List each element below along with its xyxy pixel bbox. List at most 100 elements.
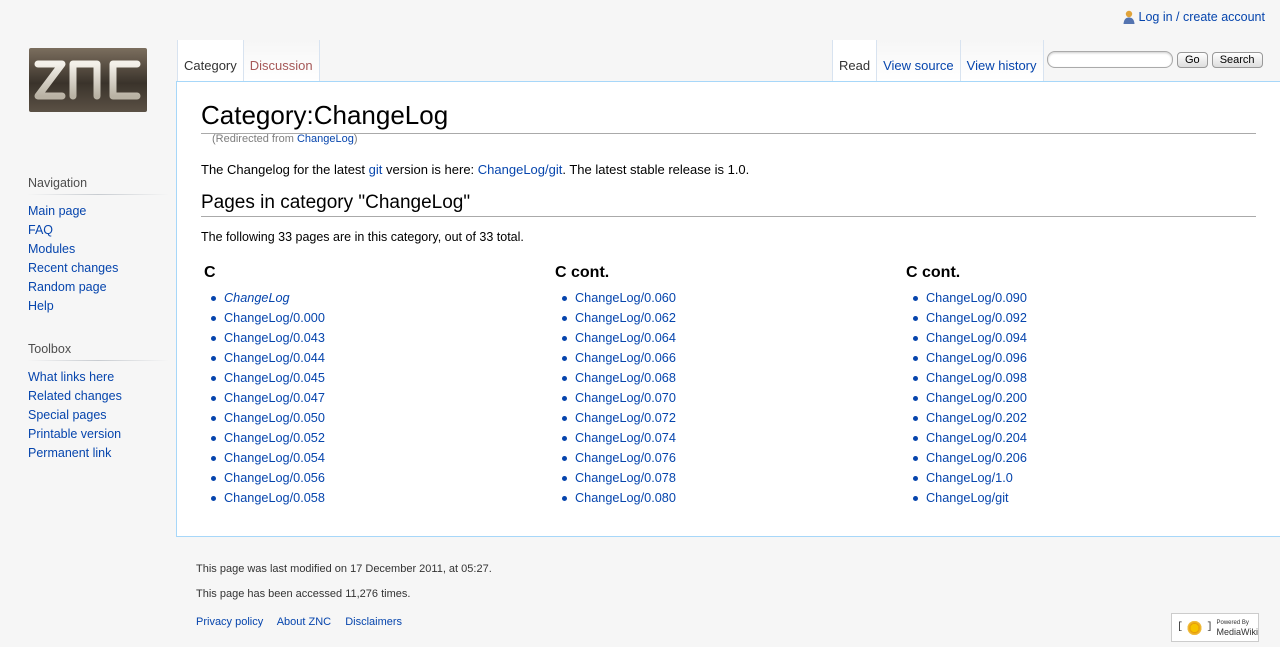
- bullet-icon: [211, 335, 216, 341]
- search-button[interactable]: Search: [1211, 51, 1263, 68]
- redirect-link[interactable]: ChangeLog: [297, 133, 354, 145]
- tab-category[interactable]: Category: [177, 40, 244, 81]
- bullet-icon: [211, 475, 216, 481]
- tab-read[interactable]: Read: [832, 40, 878, 81]
- category-page-link[interactable]: ChangeLog/0.206: [926, 448, 1027, 468]
- tab-view-source[interactable]: View source: [877, 40, 961, 81]
- sidebar-item-main-page[interactable]: Main page: [28, 204, 86, 218]
- category-page-link[interactable]: ChangeLog/0.078: [575, 468, 676, 488]
- list-item: ChangeLog/0.092: [913, 308, 1243, 328]
- category-page-link[interactable]: ChangeLog/0.060: [575, 288, 676, 308]
- tab-view-history-label[interactable]: View history: [967, 58, 1037, 73]
- list-item: ChangeLog/0.047: [211, 388, 541, 408]
- category-page-link[interactable]: ChangeLog/0.204: [926, 428, 1027, 448]
- bullet-icon: [562, 415, 567, 421]
- git-link[interactable]: git: [369, 162, 383, 177]
- list-item: ChangeLog/0.062: [562, 308, 892, 328]
- sidebar-item-related-changes[interactable]: Related changes: [28, 389, 122, 403]
- disclaimers-link[interactable]: Disclaimers: [345, 616, 402, 628]
- sidebar-item-printable-version[interactable]: Printable version: [28, 427, 121, 441]
- sidebar-item-faq[interactable]: FAQ: [28, 223, 53, 237]
- site-logo[interactable]: [29, 48, 147, 112]
- category-page-link[interactable]: ChangeLog/0.052: [224, 428, 325, 448]
- bullet-icon: [562, 355, 567, 361]
- intro-part-1: The Changelog for the latest: [201, 162, 369, 177]
- bullet-icon: [562, 375, 567, 381]
- bullet-icon: [211, 375, 216, 381]
- search-input[interactable]: [1047, 51, 1173, 68]
- list-item: ChangeLog/0.094: [913, 328, 1243, 348]
- category-page-link[interactable]: ChangeLog/0.062: [575, 308, 676, 328]
- category-page-link[interactable]: ChangeLog: [224, 288, 290, 308]
- tab-read-label: Read: [839, 58, 871, 73]
- category-page-link[interactable]: ChangeLog/0.092: [926, 308, 1027, 328]
- category-page-link[interactable]: ChangeLog/0.072: [575, 408, 676, 428]
- bullet-icon: [913, 335, 918, 341]
- column-heading: C cont.: [906, 264, 961, 281]
- list-item: ChangeLog/0.072: [562, 408, 892, 428]
- sidebar-item-what-links-here[interactable]: What links here: [28, 370, 114, 384]
- intro-part-3: . The latest stable release is 1.0.: [562, 162, 750, 177]
- intro-text: The Changelog for the latest git version…: [201, 162, 749, 177]
- category-page-link[interactable]: ChangeLog/git: [926, 488, 1009, 508]
- category-page-link[interactable]: ChangeLog/0.070: [575, 388, 676, 408]
- tab-discussion-label[interactable]: Discussion: [250, 58, 313, 73]
- search-form: Go Search: [1047, 51, 1263, 68]
- powered-by-mediawiki-badge[interactable]: [ ] Powered By MediaWiki: [1171, 613, 1259, 642]
- sidebar-navigation: Navigation Main page FAQ Modules Recent …: [28, 176, 168, 316]
- sidebar-item-random-page[interactable]: Random page: [28, 280, 107, 294]
- page-title: Category:ChangeLog: [201, 98, 1256, 134]
- sidebar-item-special-pages[interactable]: Special pages: [28, 408, 107, 422]
- sidebar-item-permanent-link[interactable]: Permanent link: [28, 446, 111, 460]
- category-page-link[interactable]: ChangeLog/0.076: [575, 448, 676, 468]
- go-button[interactable]: Go: [1177, 51, 1208, 68]
- redirect-prefix: (Redirected from: [212, 133, 297, 145]
- category-page-link[interactable]: ChangeLog/0.058: [224, 488, 325, 508]
- sidebar-item-help[interactable]: Help: [28, 299, 54, 313]
- category-page-link[interactable]: ChangeLog/0.074: [575, 428, 676, 448]
- category-page-link[interactable]: ChangeLog/0.043: [224, 328, 325, 348]
- category-page-link[interactable]: ChangeLog/0.068: [575, 368, 676, 388]
- category-page-link[interactable]: ChangeLog/0.200: [926, 388, 1027, 408]
- category-page-link[interactable]: ChangeLog/0.000: [224, 308, 325, 328]
- login-link[interactable]: Log in / create account: [1139, 10, 1265, 24]
- tab-view-source-label[interactable]: View source: [883, 58, 954, 73]
- tab-category-label: Category: [184, 58, 237, 73]
- list-item: ChangeLog/0.058: [211, 488, 541, 508]
- category-page-link[interactable]: ChangeLog/0.047: [224, 388, 325, 408]
- bullet-icon: [562, 455, 567, 461]
- footer: This page was last modified on 17 Decemb…: [196, 558, 492, 636]
- category-page-link[interactable]: ChangeLog/0.044: [224, 348, 325, 368]
- category-page-link[interactable]: ChangeLog/0.045: [224, 368, 325, 388]
- sidebar-item-recent-changes[interactable]: Recent changes: [28, 261, 118, 275]
- category-page-link[interactable]: ChangeLog/0.054: [224, 448, 325, 468]
- brackets-icon: ]: [1206, 622, 1213, 633]
- tab-discussion[interactable]: Discussion: [243, 40, 320, 81]
- category-page-link[interactable]: ChangeLog/1.0: [926, 468, 1013, 488]
- bullet-icon: [913, 455, 918, 461]
- category-page-link[interactable]: ChangeLog/0.066: [575, 348, 676, 368]
- category-page-link[interactable]: ChangeLog/0.090: [926, 288, 1027, 308]
- category-page-link[interactable]: ChangeLog/0.064: [575, 328, 676, 348]
- category-page-link[interactable]: ChangeLog/0.096: [926, 348, 1027, 368]
- category-page-link[interactable]: ChangeLog/0.050: [224, 408, 325, 428]
- intro-part-2: version is here:: [382, 162, 478, 177]
- bullet-icon: [562, 395, 567, 401]
- category-column-3: C cont. ChangeLog/0.090 ChangeLog/0.092 Ch…: [903, 264, 1243, 508]
- personal-tools: Log in / create account: [1123, 10, 1265, 24]
- tab-view-history[interactable]: View history: [960, 40, 1044, 81]
- about-link[interactable]: About ZNC: [277, 616, 331, 628]
- list-item: ChangeLog/0.054: [211, 448, 541, 468]
- category-page-link[interactable]: ChangeLog/0.094: [926, 328, 1027, 348]
- changelog-git-link[interactable]: ChangeLog/git: [478, 162, 563, 177]
- bullet-icon: [913, 395, 918, 401]
- category-page-link[interactable]: ChangeLog/0.080: [575, 488, 676, 508]
- list-item: ChangeLog/0.070: [562, 388, 892, 408]
- category-page-link[interactable]: ChangeLog/0.056: [224, 468, 325, 488]
- privacy-policy-link[interactable]: Privacy policy: [196, 616, 263, 628]
- sidebar-item-modules[interactable]: Modules: [28, 242, 75, 256]
- column-heading: C: [204, 264, 216, 281]
- category-page-link[interactable]: ChangeLog/0.202: [926, 408, 1027, 428]
- category-page-link[interactable]: ChangeLog/0.098: [926, 368, 1027, 388]
- list-item: ChangeLog/0.044: [211, 348, 541, 368]
